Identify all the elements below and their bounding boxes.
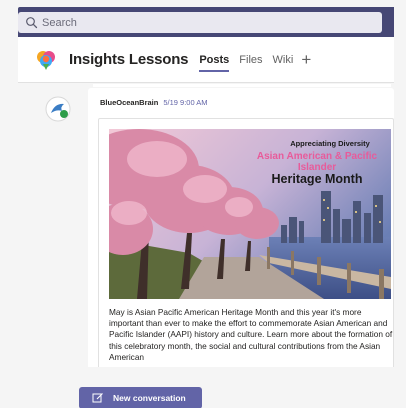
message-feed[interactable]: BlueOceanBrain 5/19 9:00 AM Appreciating… — [18, 84, 394, 408]
tab-wiki[interactable]: Wiki — [273, 54, 294, 66]
new-conversation-label: New conversation — [113, 393, 186, 403]
compose-icon — [92, 392, 104, 404]
banner-subtitle: Asian American & Pacific Islander — [256, 151, 378, 173]
post-timestamp: 5/19 9:00 AM — [163, 98, 208, 107]
search-box[interactable]: Search — [18, 12, 382, 33]
app-top-bar: Search — [18, 7, 394, 37]
author-avatar[interactable] — [45, 96, 71, 122]
tab-posts[interactable]: Posts — [199, 54, 229, 72]
search-input[interactable]: Search — [42, 17, 77, 29]
plus-icon[interactable]: + — [301, 51, 311, 68]
previous-post-edge — [93, 84, 391, 87]
post-card[interactable]: BlueOceanBrain 5/19 9:00 AM Appreciating… — [88, 88, 394, 367]
post-attachment[interactable]: Appreciating Diversity Asian American & … — [98, 118, 394, 367]
post-body-text: May is Asian Pacific American Heritage M… — [109, 307, 393, 362]
team-name: Insights Lessons — [69, 51, 189, 68]
heritage-banner-image: Appreciating Diversity Asian American & … — [109, 129, 391, 299]
channel-header: Insights Lessons Posts Files Wiki + — [18, 37, 394, 83]
banner-overline: Appreciating Diversity — [290, 139, 370, 148]
post-meta: BlueOceanBrain 5/19 9:00 AM — [100, 98, 208, 107]
banner-title: Heritage Month — [271, 172, 363, 186]
team-avatar-icon — [34, 48, 58, 72]
new-conversation-button[interactable]: New conversation — [79, 387, 202, 408]
tab-files[interactable]: Files — [239, 54, 262, 66]
search-icon — [25, 16, 38, 29]
post-author[interactable]: BlueOceanBrain — [100, 98, 158, 107]
